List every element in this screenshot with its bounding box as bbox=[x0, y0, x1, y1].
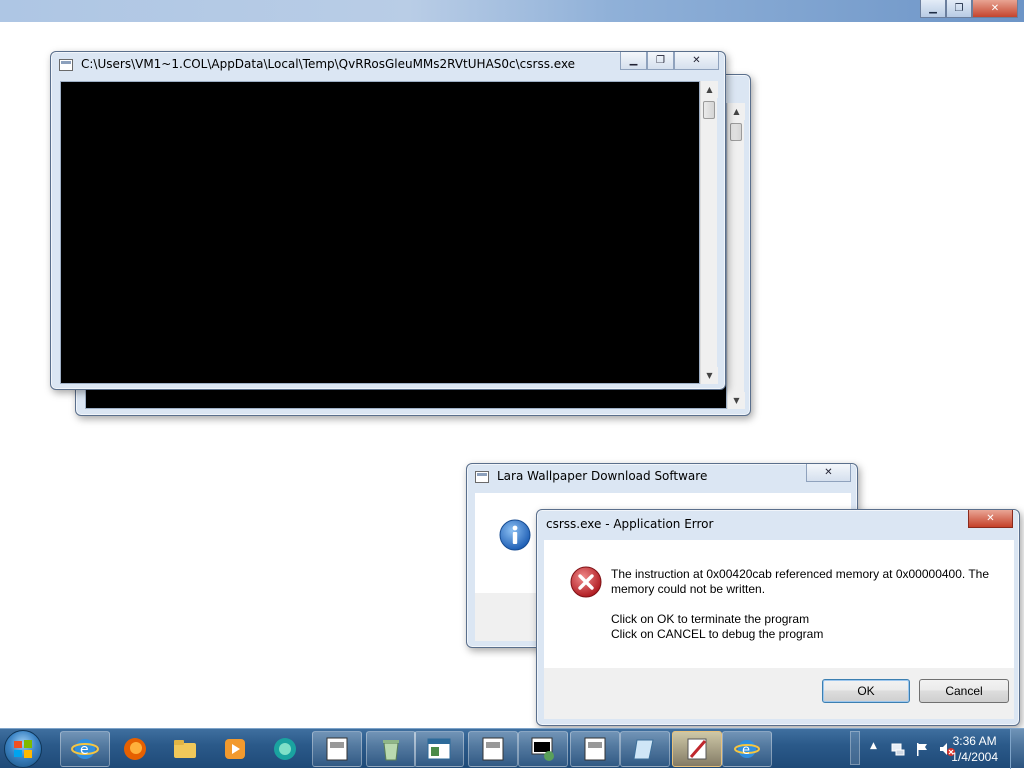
network-icon[interactable] bbox=[890, 741, 906, 757]
system-clock[interactable]: 3:36 AM 1/4/2004 bbox=[951, 733, 998, 765]
lara-app-icon bbox=[475, 471, 489, 483]
console-window-title: C:\Users\VM1~1.COL\AppData\Local\Temp\Qv… bbox=[81, 57, 576, 71]
background-window-controls: ▁ ❐ ✕ bbox=[920, 0, 1018, 18]
error-dialog-title: csrss.exe - Application Error bbox=[546, 517, 714, 531]
lara-close-button[interactable]: ✕ bbox=[806, 464, 851, 482]
background-window-titlebar: ▁ ❐ ✕ bbox=[0, 0, 1024, 22]
taskbar: e e ▲ 3:36 AM 1/4/2004 bbox=[0, 728, 1024, 769]
internet-explorer-icon: e bbox=[71, 739, 99, 759]
error-dialog-body: The instruction at 0x00420cab referenced… bbox=[544, 540, 1014, 668]
tray-expand-icon[interactable]: ▲ bbox=[870, 741, 877, 751]
console-app-icon bbox=[59, 59, 73, 71]
taskbar-ie-window[interactable]: e bbox=[722, 731, 772, 767]
taskbar-console[interactable] bbox=[518, 731, 568, 767]
console-restore-button[interactable]: ❐ bbox=[647, 52, 674, 70]
system-tray: ▲ 3:36 AM 1/4/2004 bbox=[824, 729, 1024, 769]
document-edit-icon bbox=[687, 738, 707, 760]
taskbar-app-window-3[interactable] bbox=[468, 731, 518, 767]
scroll-down-arrow-icon[interactable]: ▼ bbox=[701, 367, 718, 384]
taskbar-firefox[interactable] bbox=[110, 731, 160, 767]
application-window-icon bbox=[482, 737, 504, 761]
windows-logo-icon bbox=[14, 740, 32, 758]
error-dialog-footer: OK Cancel bbox=[544, 668, 1014, 719]
lara-dialog-title: Lara Wallpaper Download Software bbox=[497, 469, 708, 483]
notepad-icon bbox=[633, 739, 654, 760]
lara-caption-buttons: ✕ bbox=[806, 464, 851, 482]
scroll-thumb[interactable] bbox=[730, 123, 742, 141]
clock-date: 1/4/2004 bbox=[951, 750, 998, 764]
console-scrollbar[interactable]: ▲ ▼ bbox=[700, 81, 718, 384]
taskbar-app-window-2[interactable] bbox=[414, 731, 464, 767]
error-message-line-2: memory could not be written. bbox=[611, 582, 766, 596]
error-icon bbox=[570, 566, 602, 598]
messenger-icon bbox=[274, 738, 296, 760]
taskbar-explorer[interactable] bbox=[160, 731, 210, 767]
firefox-icon bbox=[124, 738, 146, 760]
show-desktop-button[interactable] bbox=[1010, 729, 1024, 769]
internet-explorer-icon: e bbox=[734, 740, 760, 758]
svg-text:e: e bbox=[80, 742, 89, 758]
application-window-icon bbox=[584, 737, 606, 761]
console-back-scrollbar[interactable]: ▲ ▼ bbox=[727, 103, 745, 409]
console-minimize-button[interactable]: ▁ bbox=[620, 52, 647, 70]
folder-icon bbox=[174, 740, 196, 758]
console-close-button[interactable]: ✕ bbox=[674, 52, 719, 70]
scroll-up-arrow-icon[interactable]: ▲ bbox=[728, 103, 745, 120]
error-dialog[interactable]: csrss.exe - Application Error ✕ The inst… bbox=[536, 509, 1020, 726]
action-center-flag-icon[interactable] bbox=[914, 741, 930, 757]
taskbar-messenger[interactable] bbox=[260, 731, 310, 767]
scroll-down-arrow-icon[interactable]: ▼ bbox=[728, 392, 745, 409]
start-button[interactable] bbox=[4, 730, 42, 768]
error-close-button[interactable]: ✕ bbox=[968, 510, 1013, 528]
taskbar-recycle-bin[interactable] bbox=[366, 731, 416, 767]
scroll-up-arrow-icon[interactable]: ▲ bbox=[701, 81, 718, 98]
taskbar-app-window-4[interactable] bbox=[570, 731, 620, 767]
cancel-button[interactable]: Cancel bbox=[919, 679, 1009, 703]
svg-text:e: e bbox=[742, 743, 750, 758]
taskbar-notepad[interactable] bbox=[620, 731, 670, 767]
error-message-line-1: The instruction at 0x00420cab referenced… bbox=[611, 567, 990, 581]
window-icon bbox=[427, 738, 451, 760]
error-instruction-line-1: Click on OK to terminate the program bbox=[611, 612, 810, 626]
console-window[interactable]: C:\Users\VM1~1.COL\AppData\Local\Temp\Qv… bbox=[50, 51, 726, 390]
taskbar-media-player[interactable] bbox=[210, 731, 260, 767]
background-close-button[interactable]: ✕ bbox=[972, 0, 1018, 18]
ok-button[interactable]: OK bbox=[822, 679, 910, 703]
console-caption-buttons: ▁ ❐ ✕ bbox=[620, 52, 719, 70]
taskbar-scroll[interactable] bbox=[850, 731, 860, 765]
taskbar-internet-explorer[interactable]: e bbox=[60, 731, 110, 767]
background-minimize-button[interactable]: ▁ bbox=[920, 0, 946, 18]
background-restore-button[interactable]: ❐ bbox=[946, 0, 972, 18]
scroll-thumb[interactable] bbox=[703, 101, 715, 119]
console-output-area[interactable] bbox=[60, 81, 700, 384]
taskbar-app-window-1[interactable] bbox=[312, 731, 362, 767]
taskbar-error-dialog[interactable] bbox=[672, 731, 722, 767]
error-caption-buttons: ✕ bbox=[968, 510, 1013, 528]
error-instruction-line-2: Click on CANCEL to debug the program bbox=[611, 627, 824, 641]
info-icon bbox=[499, 519, 531, 551]
application-window-icon bbox=[326, 737, 348, 761]
console-icon bbox=[531, 737, 554, 761]
clock-time: 3:36 AM bbox=[952, 734, 997, 748]
media-player-icon bbox=[225, 739, 245, 759]
recycle-bin-icon bbox=[383, 740, 399, 761]
